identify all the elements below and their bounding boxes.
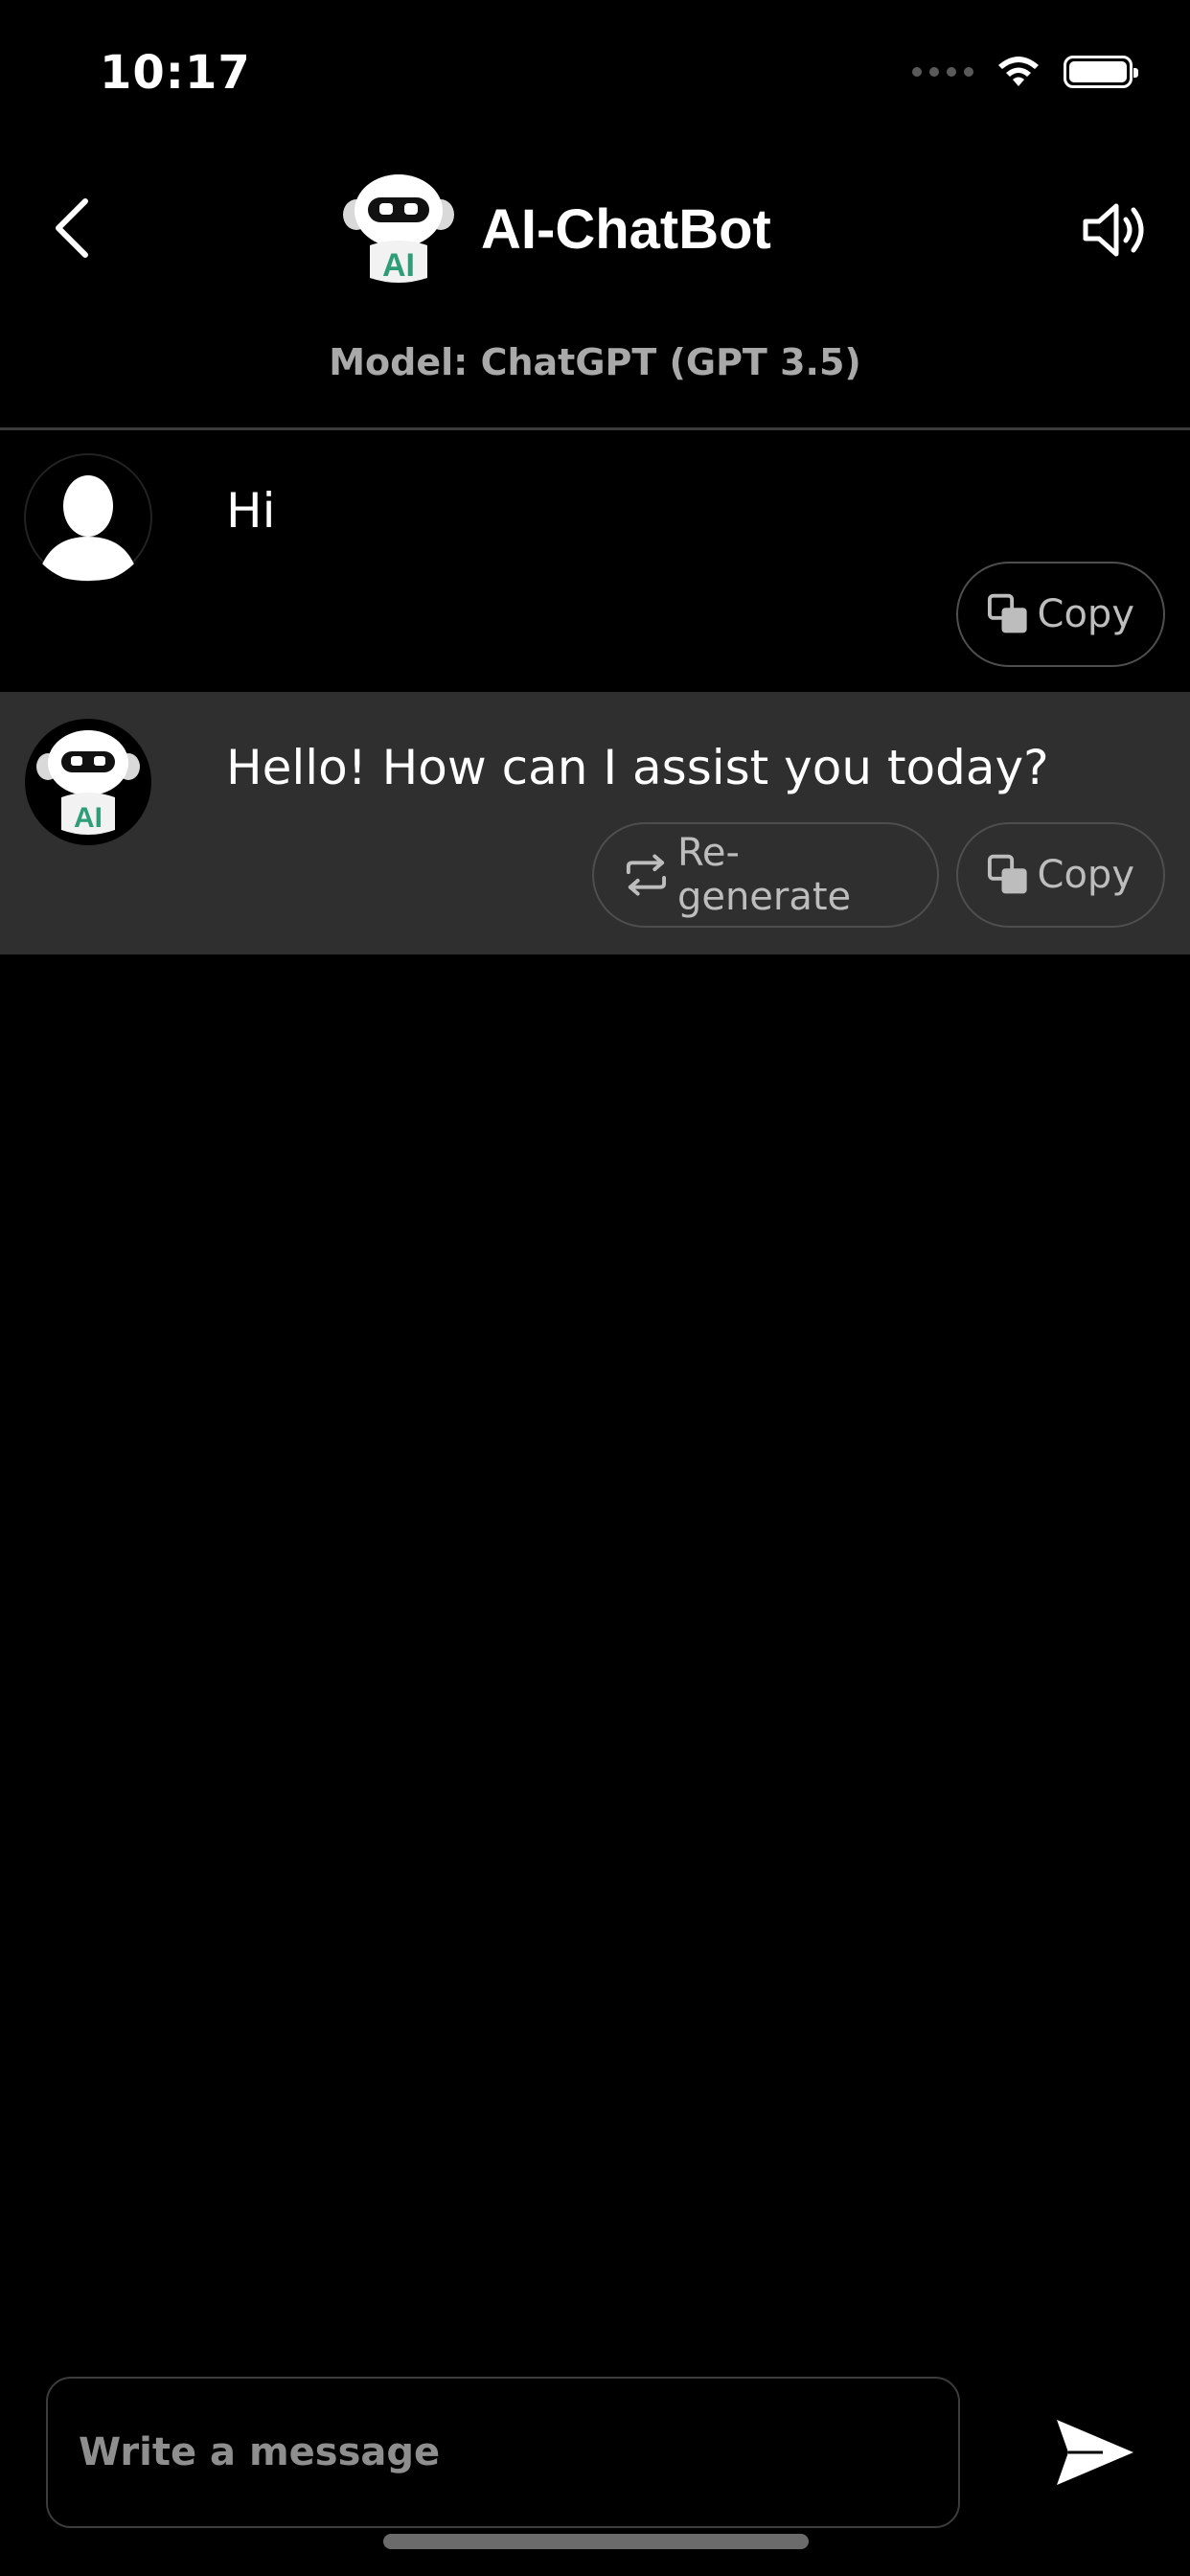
wifi-icon bbox=[998, 57, 1039, 86]
message-user: Hi Copy bbox=[0, 431, 1190, 692]
user-avatar bbox=[23, 452, 153, 583]
back-button[interactable] bbox=[38, 190, 105, 266]
app-header: AI AI-ChatBot bbox=[0, 153, 1190, 307]
battery-icon bbox=[1064, 56, 1138, 88]
status-time: 10:17 bbox=[100, 46, 251, 100]
model-label: Model: ChatGPT (GPT 3.5) bbox=[329, 341, 861, 383]
app-title: AI-ChatBot bbox=[481, 197, 771, 261]
copy-button-label: Copy bbox=[1037, 853, 1134, 897]
speaker-icon bbox=[1083, 203, 1144, 257]
regenerate-icon bbox=[626, 854, 667, 896]
speaker-button[interactable] bbox=[1077, 192, 1154, 268]
chevron-left-icon bbox=[56, 198, 88, 258]
copy-button[interactable]: Copy bbox=[956, 822, 1165, 928]
message-input[interactable] bbox=[77, 2379, 920, 2526]
status-indicators bbox=[912, 54, 1138, 90]
app-title-group: AI AI-ChatBot bbox=[337, 171, 771, 288]
svg-text:AI: AI bbox=[74, 802, 103, 834]
copy-icon bbox=[987, 854, 1027, 894]
send-icon bbox=[1057, 2420, 1133, 2485]
home-indicator bbox=[383, 2534, 809, 2549]
message-text: Hello! How can I assist you today? bbox=[226, 740, 1049, 795]
copy-button-label: Copy bbox=[1037, 592, 1134, 636]
message-composer bbox=[46, 2377, 960, 2528]
robot-logo-icon: AI bbox=[343, 174, 454, 284]
regenerate-button[interactable]: Re-generate bbox=[592, 822, 939, 928]
header-divider bbox=[0, 427, 1190, 430]
copy-icon bbox=[987, 593, 1027, 633]
robot-avatar-icon: AI bbox=[25, 719, 151, 845]
svg-text:AI: AI bbox=[382, 247, 415, 284]
status-bar: 10:17 bbox=[0, 0, 1190, 144]
message-text: Hi bbox=[226, 483, 276, 539]
regenerate-button-label: Re-generate bbox=[676, 831, 852, 919]
copy-button[interactable]: Copy bbox=[956, 562, 1165, 667]
send-button[interactable] bbox=[1054, 2411, 1136, 2494]
bot-avatar: AI bbox=[23, 717, 153, 847]
signal-icon bbox=[912, 67, 973, 77]
user-avatar-icon bbox=[24, 453, 152, 582]
message-bot: AI Hello! How can I assist you today? Re… bbox=[0, 692, 1190, 954]
